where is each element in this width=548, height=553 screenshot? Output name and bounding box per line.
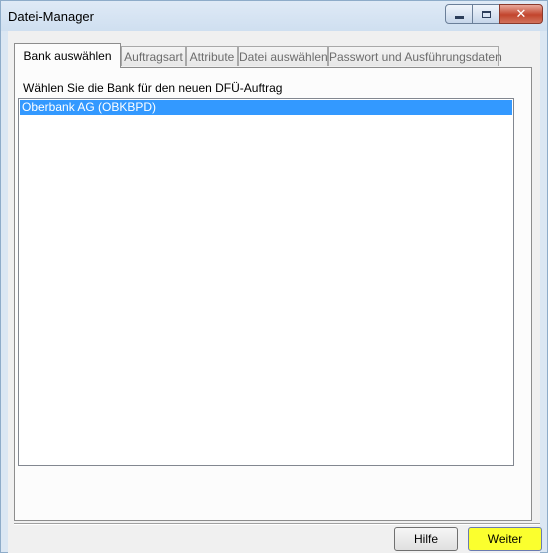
window-title: Datei-Manager bbox=[8, 9, 94, 24]
datei-manager-window: Datei-Manager ✕ Bank auswählen Auftragsa… bbox=[0, 0, 548, 553]
bank-listbox[interactable]: Oberbank AG (OBKBPD) bbox=[18, 98, 514, 466]
bank-select-prompt: Wählen Sie die Bank für den neuen DFÜ-Au… bbox=[23, 81, 283, 95]
maximize-button[interactable] bbox=[472, 4, 500, 24]
tab-panel-bank-auswaehlen: Wählen Sie die Bank für den neuen DFÜ-Au… bbox=[14, 67, 532, 521]
tab-strip: Bank auswählen Auftragsart Attribute Dat… bbox=[8, 31, 540, 71]
caption-buttons: ✕ bbox=[445, 4, 543, 24]
tab-datei-auswaehlen[interactable]: Datei auswählen bbox=[238, 46, 328, 66]
bank-list-item-selected[interactable]: Oberbank AG (OBKBPD) bbox=[20, 100, 512, 115]
maximize-icon bbox=[481, 10, 491, 18]
title-bar[interactable]: Datei-Manager ✕ bbox=[1, 1, 547, 31]
minimize-button[interactable] bbox=[445, 4, 473, 24]
tab-attribute[interactable]: Attribute bbox=[186, 46, 238, 66]
minimize-icon bbox=[454, 15, 464, 19]
close-button[interactable]: ✕ bbox=[499, 4, 543, 24]
close-icon: ✕ bbox=[515, 6, 527, 21]
tab-bank-auswaehlen[interactable]: Bank auswählen bbox=[14, 43, 121, 68]
button-separator bbox=[14, 523, 540, 525]
tab-passwort-ausfuehrungsdaten[interactable]: Passwort und Ausführungsdaten bbox=[328, 46, 502, 66]
next-button[interactable]: Weiter bbox=[468, 527, 542, 551]
dialog-client-area: Bank auswählen Auftragsart Attribute Dat… bbox=[8, 31, 542, 553]
help-button[interactable]: Hilfe bbox=[394, 527, 458, 551]
tab-auftragsart[interactable]: Auftragsart bbox=[121, 46, 186, 66]
